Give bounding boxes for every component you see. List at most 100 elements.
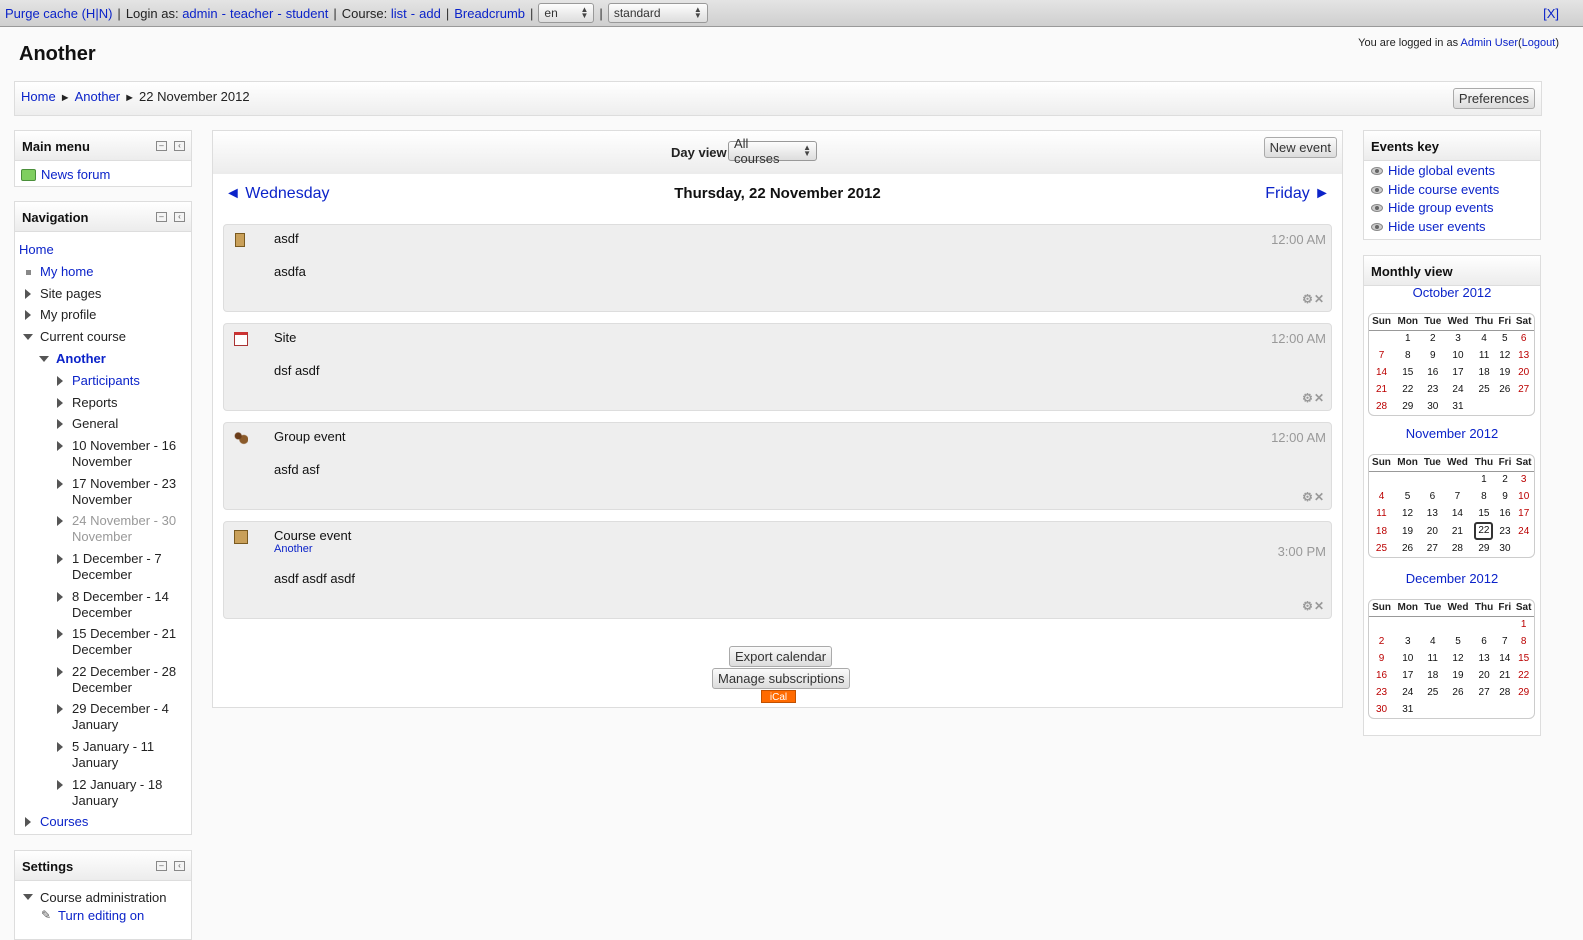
- nav-item[interactable]: 22 December - 28 December: [72, 664, 182, 696]
- hide-user-events-link[interactable]: Hide user events: [1388, 219, 1486, 234]
- manage-subscriptions-button[interactable]: Manage subscriptions: [712, 668, 851, 689]
- hide-global-events-link[interactable]: Hide global events: [1388, 163, 1495, 178]
- day-cell[interactable]: 18: [1421, 667, 1444, 684]
- day-cell[interactable]: 20: [1421, 522, 1444, 540]
- dock-icon[interactable]: ‹: [174, 141, 185, 151]
- hide-course-events-link[interactable]: Hide course events: [1388, 182, 1499, 197]
- day-cell[interactable]: 15: [1513, 650, 1534, 667]
- day-cell[interactable]: 29: [1471, 540, 1496, 557]
- day-cell[interactable]: 21: [1369, 381, 1394, 398]
- day-cell[interactable]: 24: [1513, 522, 1534, 540]
- edit-icon[interactable]: ⚙: [1302, 391, 1314, 405]
- nav-item[interactable]: 10 November - 16 November: [72, 438, 182, 470]
- user-profile-link[interactable]: Admin User: [1461, 37, 1518, 49]
- day-cell[interactable]: 26: [1496, 381, 1513, 398]
- day-cell[interactable]: 10: [1394, 650, 1421, 667]
- day-cell[interactable]: 30: [1497, 540, 1514, 557]
- course-administration[interactable]: Course administration: [40, 890, 166, 906]
- day-cell[interactable]: 27: [1513, 381, 1534, 398]
- nav-item[interactable]: 8 December - 14 December: [72, 589, 182, 621]
- day-cell[interactable]: 22: [1394, 381, 1421, 398]
- nav-item[interactable]: 24 November - 30 November: [72, 513, 182, 545]
- course-filter-select[interactable]: All courses ▲ ▼: [728, 136, 817, 166]
- day-cell[interactable]: 10: [1513, 488, 1534, 505]
- day-cell[interactable]: 18: [1369, 522, 1394, 540]
- day-cell[interactable]: 19: [1444, 667, 1472, 684]
- day-cell[interactable]: 27: [1421, 540, 1444, 557]
- day-cell[interactable]: 31: [1444, 398, 1472, 415]
- nav-item[interactable]: Reports: [72, 395, 118, 411]
- day-cell[interactable]: 22: [1513, 667, 1534, 684]
- next-day-link[interactable]: Friday ►: [1265, 185, 1330, 203]
- day-cell[interactable]: 19: [1394, 522, 1421, 540]
- day-cell[interactable]: 11: [1369, 505, 1394, 522]
- day-cell[interactable]: 5: [1394, 488, 1421, 505]
- day-cell[interactable]: 3: [1444, 330, 1472, 347]
- delete-icon[interactable]: ✕: [1314, 599, 1325, 613]
- export-calendar-button[interactable]: Export calendar: [729, 646, 833, 667]
- nav-item[interactable]: General: [72, 416, 118, 432]
- day-cell[interactable]: 12: [1496, 347, 1513, 364]
- login-as-admin-link[interactable]: admin: [182, 6, 217, 21]
- expand-icon[interactable]: [25, 817, 31, 828]
- day-cell[interactable]: 12: [1444, 650, 1472, 667]
- day-cell[interactable]: 1: [1513, 616, 1534, 633]
- day-cell[interactable]: 7: [1444, 488, 1472, 505]
- expand-icon[interactable]: [57, 704, 63, 715]
- expand-icon[interactable]: [57, 419, 63, 430]
- expand-icon[interactable]: [25, 310, 31, 321]
- news-forum-link[interactable]: News forum: [41, 167, 110, 182]
- breadcrumb-link[interactable]: Breadcrumb: [454, 6, 525, 21]
- day-cell[interactable]: 20: [1513, 364, 1534, 381]
- delete-icon[interactable]: ✕: [1314, 490, 1325, 504]
- month-title-link[interactable]: November 2012: [1364, 426, 1540, 441]
- news-forum-item[interactable]: News forum: [21, 167, 110, 182]
- collapse-icon[interactable]: –: [156, 141, 167, 151]
- day-cell[interactable]: 13: [1513, 347, 1534, 364]
- day-cell[interactable]: 16: [1497, 505, 1514, 522]
- course-add-link[interactable]: add: [419, 6, 441, 21]
- event-key-global[interactable]: Hide global events: [1371, 163, 1495, 178]
- day-cell[interactable]: 30: [1369, 701, 1394, 718]
- today-cell[interactable]: 22: [1471, 522, 1496, 540]
- day-cell[interactable]: 5: [1444, 633, 1472, 650]
- expand-icon[interactable]: [57, 629, 63, 640]
- day-cell[interactable]: 25: [1369, 540, 1394, 557]
- day-cell[interactable]: 29: [1513, 684, 1534, 701]
- day-cell[interactable]: 23: [1421, 381, 1444, 398]
- day-cell[interactable]: 8: [1471, 488, 1496, 505]
- day-cell[interactable]: 2: [1421, 330, 1444, 347]
- course-list-link[interactable]: list: [391, 6, 407, 21]
- expand-icon[interactable]: [57, 742, 63, 752]
- delete-icon[interactable]: ✕: [1314, 391, 1325, 405]
- ical-link[interactable]: iCal: [761, 690, 796, 703]
- day-cell[interactable]: 26: [1394, 540, 1421, 557]
- day-cell[interactable]: 28: [1369, 398, 1394, 415]
- day-cell[interactable]: 19: [1496, 364, 1513, 381]
- day-cell[interactable]: 25: [1421, 684, 1444, 701]
- nav-item[interactable]: 12 January - 18 January: [72, 777, 182, 809]
- day-cell[interactable]: 9: [1497, 488, 1514, 505]
- hide-group-events-link[interactable]: Hide group events: [1388, 200, 1494, 215]
- day-cell[interactable]: 8: [1394, 347, 1421, 364]
- expand-icon[interactable]: [57, 666, 63, 677]
- day-cell[interactable]: 23: [1369, 684, 1394, 701]
- day-cell[interactable]: 3: [1513, 471, 1534, 488]
- day-cell[interactable]: 1: [1394, 330, 1421, 347]
- edit-icon[interactable]: ⚙: [1302, 292, 1314, 306]
- nav-item[interactable]: 15 December - 21 December: [72, 626, 182, 658]
- day-cell[interactable]: 16: [1421, 364, 1444, 381]
- day-cell[interactable]: 7: [1369, 347, 1394, 364]
- day-cell[interactable]: 12: [1394, 505, 1421, 522]
- expand-icon[interactable]: [57, 516, 63, 527]
- nav-item[interactable]: Another: [56, 351, 106, 367]
- day-cell[interactable]: 24: [1394, 684, 1421, 701]
- nav-item[interactable]: Courses: [40, 814, 88, 830]
- nav-item[interactable]: 29 December - 4 January: [72, 701, 182, 733]
- day-cell[interactable]: 16: [1369, 667, 1394, 684]
- day-cell[interactable]: 6: [1513, 330, 1534, 347]
- nav-item[interactable]: My home: [40, 264, 93, 280]
- day-cell[interactable]: 17: [1394, 667, 1421, 684]
- day-cell[interactable]: 13: [1421, 505, 1444, 522]
- event-key-course[interactable]: Hide course events: [1371, 182, 1499, 197]
